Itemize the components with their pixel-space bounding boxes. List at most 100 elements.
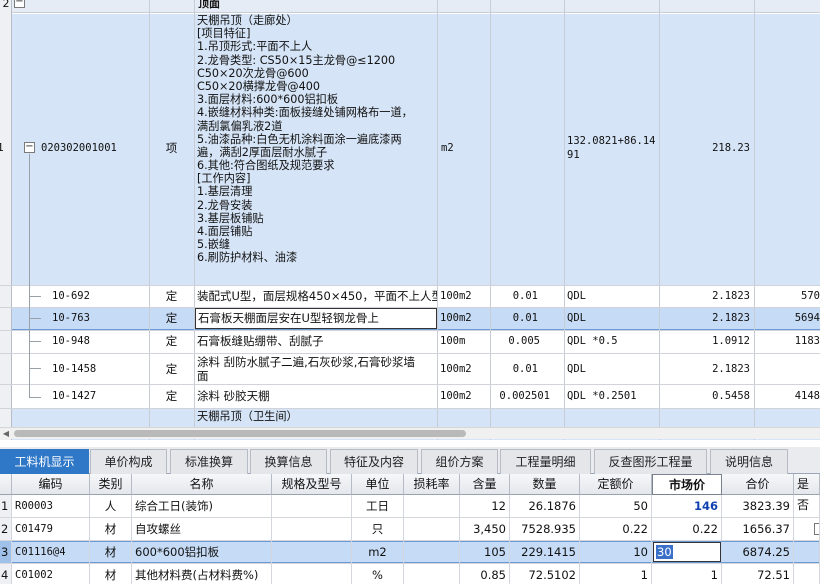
collapse-icon[interactable]: − — [24, 142, 35, 153]
material-spec — [272, 541, 352, 563]
tab-features[interactable]: 特征及内容 — [330, 449, 418, 474]
material-name: 600*600铝扣板 — [132, 541, 272, 563]
column-header[interactable]: 含量 — [460, 474, 510, 495]
sub-item-coef: 0.005 — [508, 335, 540, 347]
sub-item-qty: 2.1823 — [712, 290, 750, 302]
main-item-qty: 218.23 — [712, 142, 750, 154]
sub-item-row[interactable]: 10-948 定 石膏板缝贴绷带、刮腻子 100m 0.005 QDL *0.5… — [0, 331, 820, 353]
column-header-market-price[interactable]: 市场价 — [652, 474, 722, 495]
sub-item-row-selected[interactable]: 10-763 定 石膏板天棚面层安在U型轻钢龙骨上 100m2 0.01 QDL… — [0, 308, 820, 330]
column-header[interactable]: 编码 — [12, 474, 90, 495]
main-item-code: 020302001001 — [41, 142, 117, 154]
sub-item-row[interactable]: 10-1427 定 涂料 砂胶天棚 100m2 0.002501 QDL *0.… — [0, 385, 820, 408]
sub-item-qty: 0.5458 — [712, 390, 750, 402]
column-header[interactable]: 名称 — [132, 474, 272, 495]
horizontal-scrollbar[interactable]: ◀ — [0, 427, 820, 439]
desc-line: [工作内容] — [197, 172, 251, 186]
sub-item-price: 4148 — [794, 390, 820, 402]
desc-line: 6.刷防护材料、油漆 — [197, 251, 298, 265]
column-header — [0, 474, 12, 495]
table-row[interactable]: 4 C01002 材 其他材料费(占材料费%) % 0.85 72.5102 1… — [0, 564, 820, 584]
sub-item-type: 定 — [165, 362, 178, 376]
tab-unit-price[interactable]: 单价构成 — [90, 449, 167, 474]
scroll-left-arrow[interactable]: ◀ — [0, 428, 12, 439]
desc-line: [项目特征] — [197, 27, 251, 41]
sub-item-name: 涂料 刮防水腻子二遍,石灰砂浆,石膏砂浆墙 — [197, 355, 415, 369]
desc-line: 满刮氯偏乳液2道 — [197, 119, 283, 133]
desc-line: 1.基层清理 — [197, 185, 253, 199]
main-item-row-num: 1 — [0, 141, 4, 154]
sub-item-qty: 2.1823 — [712, 363, 750, 375]
column-header[interactable]: 数量 — [510, 474, 580, 495]
group-header-label: 顶面 — [198, 0, 220, 10]
desc-line: 4.嵌缝材料种类:面板接缝处铺网格布一道， — [197, 106, 413, 120]
table-row[interactable]: 1 R00003 人 综合工日(装饰) 工日 12 26.1876 50 146… — [0, 495, 820, 517]
material-unit: m2 — [352, 541, 404, 563]
main-item-type: 项 — [165, 141, 178, 155]
sub-item-coef: 0.01 — [512, 363, 538, 375]
desc-line: 3.基层板铺贴 — [197, 211, 264, 225]
sub-item-type: 定 — [165, 289, 178, 303]
desc-line: 1.吊顶形式:平面不上人 — [197, 40, 313, 54]
material-quota-price: 10 — [580, 541, 652, 563]
material-spec — [272, 495, 352, 517]
material-unit: 工日 — [352, 495, 404, 517]
group-header-num: 2 — [2, 0, 10, 10]
column-header[interactable]: 单位 — [352, 474, 404, 495]
column-header[interactable]: 是否 — [794, 474, 820, 512]
sub-item-row[interactable]: 10-692 定 装配式U型，面层规格450×450，平面不上人型 100m2 … — [0, 286, 820, 307]
checkbox[interactable] — [814, 523, 819, 535]
sub-item-coef: 0.01 — [512, 290, 538, 302]
market-price-editor[interactable]: 30 — [653, 542, 721, 562]
tab-pricing-plan[interactable]: 组价方案 — [421, 449, 498, 474]
tab-notes[interactable]: 说明信息 — [710, 449, 788, 474]
desc-line: 4.面层铺贴 — [197, 225, 253, 238]
sub-item-qty: 1.0912 — [712, 335, 750, 347]
group-header-row[interactable] — [12, 0, 820, 13]
material-total: 72.51 — [722, 564, 794, 584]
sub-item-expr: QDL — [567, 363, 586, 375]
sub-item-name: 石膏板缝贴绷带、刮腻子 — [197, 334, 324, 348]
upper-grid: 2 − 顶面 1 − 020302001001 项 天棚吊顶（走廊处） [项目特… — [0, 0, 820, 440]
material-name: 其他材料费(占材料费%) — [132, 564, 272, 584]
sub-item-code: 10-692 — [52, 290, 90, 302]
column-header[interactable]: 定额价 — [580, 474, 652, 495]
collapse-icon[interactable]: − — [14, 0, 25, 8]
table-row[interactable]: 2 C01479 材 自攻螺丝 只 3,450 7528.935 0.22 0.… — [0, 518, 820, 540]
material-content: 0.85 — [460, 564, 510, 584]
desc-line: 遍，满刮2厚面层耐水腻子 — [197, 145, 328, 159]
main-item-description: 天棚吊顶（走廊处） [项目特征] 1.吊顶形式:平面不上人 2.龙骨类型: CS… — [197, 14, 437, 265]
sub-item-code: 10-763 — [52, 312, 90, 324]
material-market-price[interactable]: 0.22 — [652, 518, 722, 540]
sub-item-expr: QDL — [567, 290, 586, 302]
table-row-selected[interactable]: 3 C01116@4 材 600*600铝扣板 m2 105 229.1415 … — [0, 541, 820, 563]
sub-item-unit: 100m2 — [440, 290, 472, 302]
tab-quantity-detail[interactable]: 工程量明细 — [500, 449, 591, 474]
material-code: C01002 — [12, 564, 90, 584]
tab-labor-material-machine[interactable]: 工料机显示 — [0, 449, 89, 474]
column-header[interactable]: 合价 — [722, 474, 794, 495]
desc-line: C50×20次龙骨@600 — [197, 66, 309, 80]
sub-item-type: 定 — [165, 389, 178, 403]
row-number: 4 — [0, 564, 12, 584]
material-flag — [794, 564, 820, 584]
tab-standard-conversion[interactable]: 标准换算 — [170, 449, 248, 474]
main-item-formula-line2: 91 — [567, 149, 580, 161]
column-header[interactable]: 类别 — [90, 474, 132, 495]
sub-item-row[interactable]: 10-1458 定 涂料 刮防水腻子二遍,石灰砂浆,石膏砂浆墙 面 100m2 … — [0, 354, 820, 384]
material-content: 3,450 — [460, 518, 510, 540]
sub-item-name-editor[interactable]: 石膏板天棚面层安在U型轻钢龙骨上 — [195, 308, 437, 329]
material-market-price[interactable]: 146 — [652, 495, 722, 517]
tab-conversion-info[interactable]: 换算信息 — [250, 449, 327, 474]
column-header[interactable]: 损耗率 — [404, 474, 460, 495]
scrollbar-thumb[interactable] — [14, 430, 466, 437]
sub-item-name: 装配式U型，面层规格450×450，平面不上人型 — [197, 289, 437, 303]
material-total: 6874.25 — [722, 541, 794, 563]
sub-item-code: 10-1458 — [52, 363, 97, 375]
material-market-price[interactable]: 1 — [652, 564, 722, 584]
sub-item-name: 涂料 砂胶天棚 — [197, 389, 270, 403]
tab-graphic-quantity[interactable]: 反查图形工程量 — [594, 449, 707, 474]
sub-item-unit: 100m — [440, 335, 466, 347]
column-header[interactable]: 规格及型号 — [272, 474, 352, 495]
material-category: 人 — [90, 495, 132, 517]
